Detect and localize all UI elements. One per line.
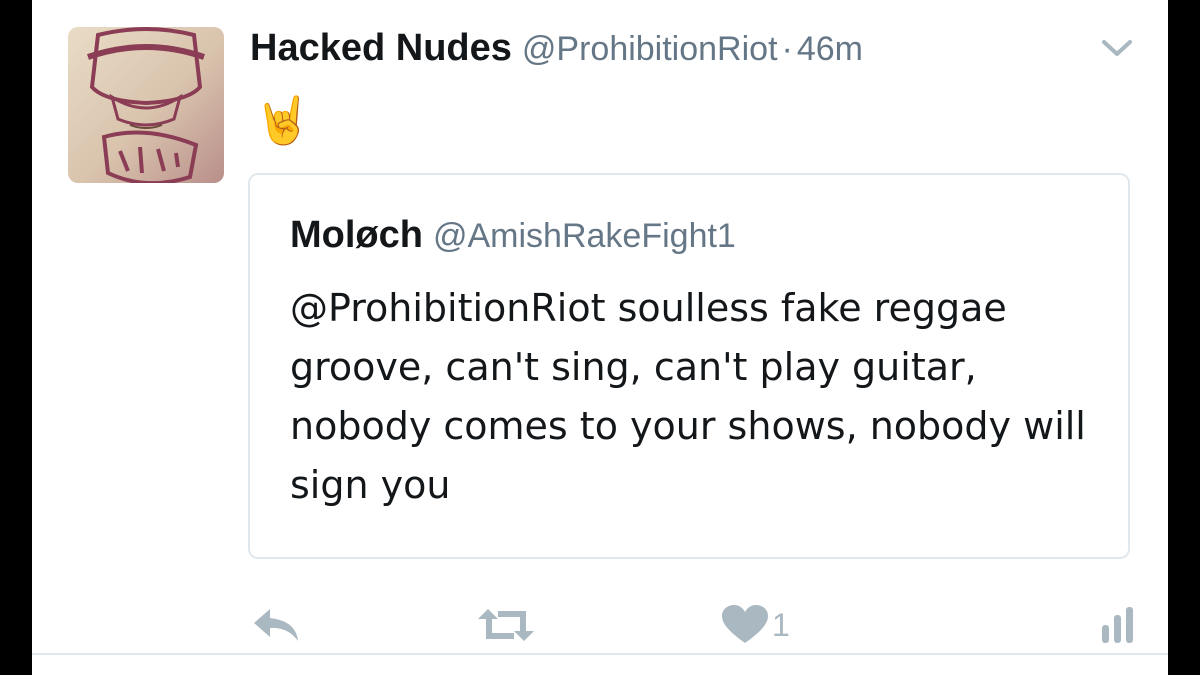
user-handle[interactable]: @ProhibitionRiot	[522, 30, 778, 68]
reply-icon[interactable]	[250, 605, 302, 645]
heart-icon[interactable]	[720, 605, 770, 645]
retweet-icon[interactable]	[474, 605, 538, 645]
tweet-body-emoji: 🤘	[254, 93, 312, 147]
like-count: 1	[772, 607, 790, 643]
quoted-user-handle: @AmishRakeFight1	[432, 217, 736, 255]
chevron-down-icon[interactable]	[1098, 34, 1136, 62]
tweet-screen: Hacked Nudes @ProhibitionRiot · 46m 🤘 Moløc…	[32, 0, 1168, 675]
analytics-icon[interactable]	[1098, 605, 1138, 645]
quoted-display-name: Moløch	[290, 214, 423, 256]
quoted-tweet-card[interactable]: Moløch @AmishRakeFight1 @ProhibitionRiot …	[248, 173, 1130, 559]
tweet-header: Hacked Nudes @ProhibitionRiot · 46m	[250, 24, 863, 80]
timestamp[interactable]: 46m	[797, 30, 863, 68]
quoted-tweet-header: Moløch @AmishRakeFight1	[290, 211, 736, 267]
separator-dot: ·	[781, 30, 793, 68]
avatar-image	[87, 27, 205, 183]
quoted-tweet-text: @ProhibitionRiot soulless fake reggae gr…	[290, 286, 1086, 507]
avatar[interactable]	[68, 27, 224, 183]
tweet-actions-bar: 1	[32, 595, 1168, 655]
display-name[interactable]: Hacked Nudes	[250, 27, 512, 69]
bottom-divider	[32, 653, 1168, 655]
